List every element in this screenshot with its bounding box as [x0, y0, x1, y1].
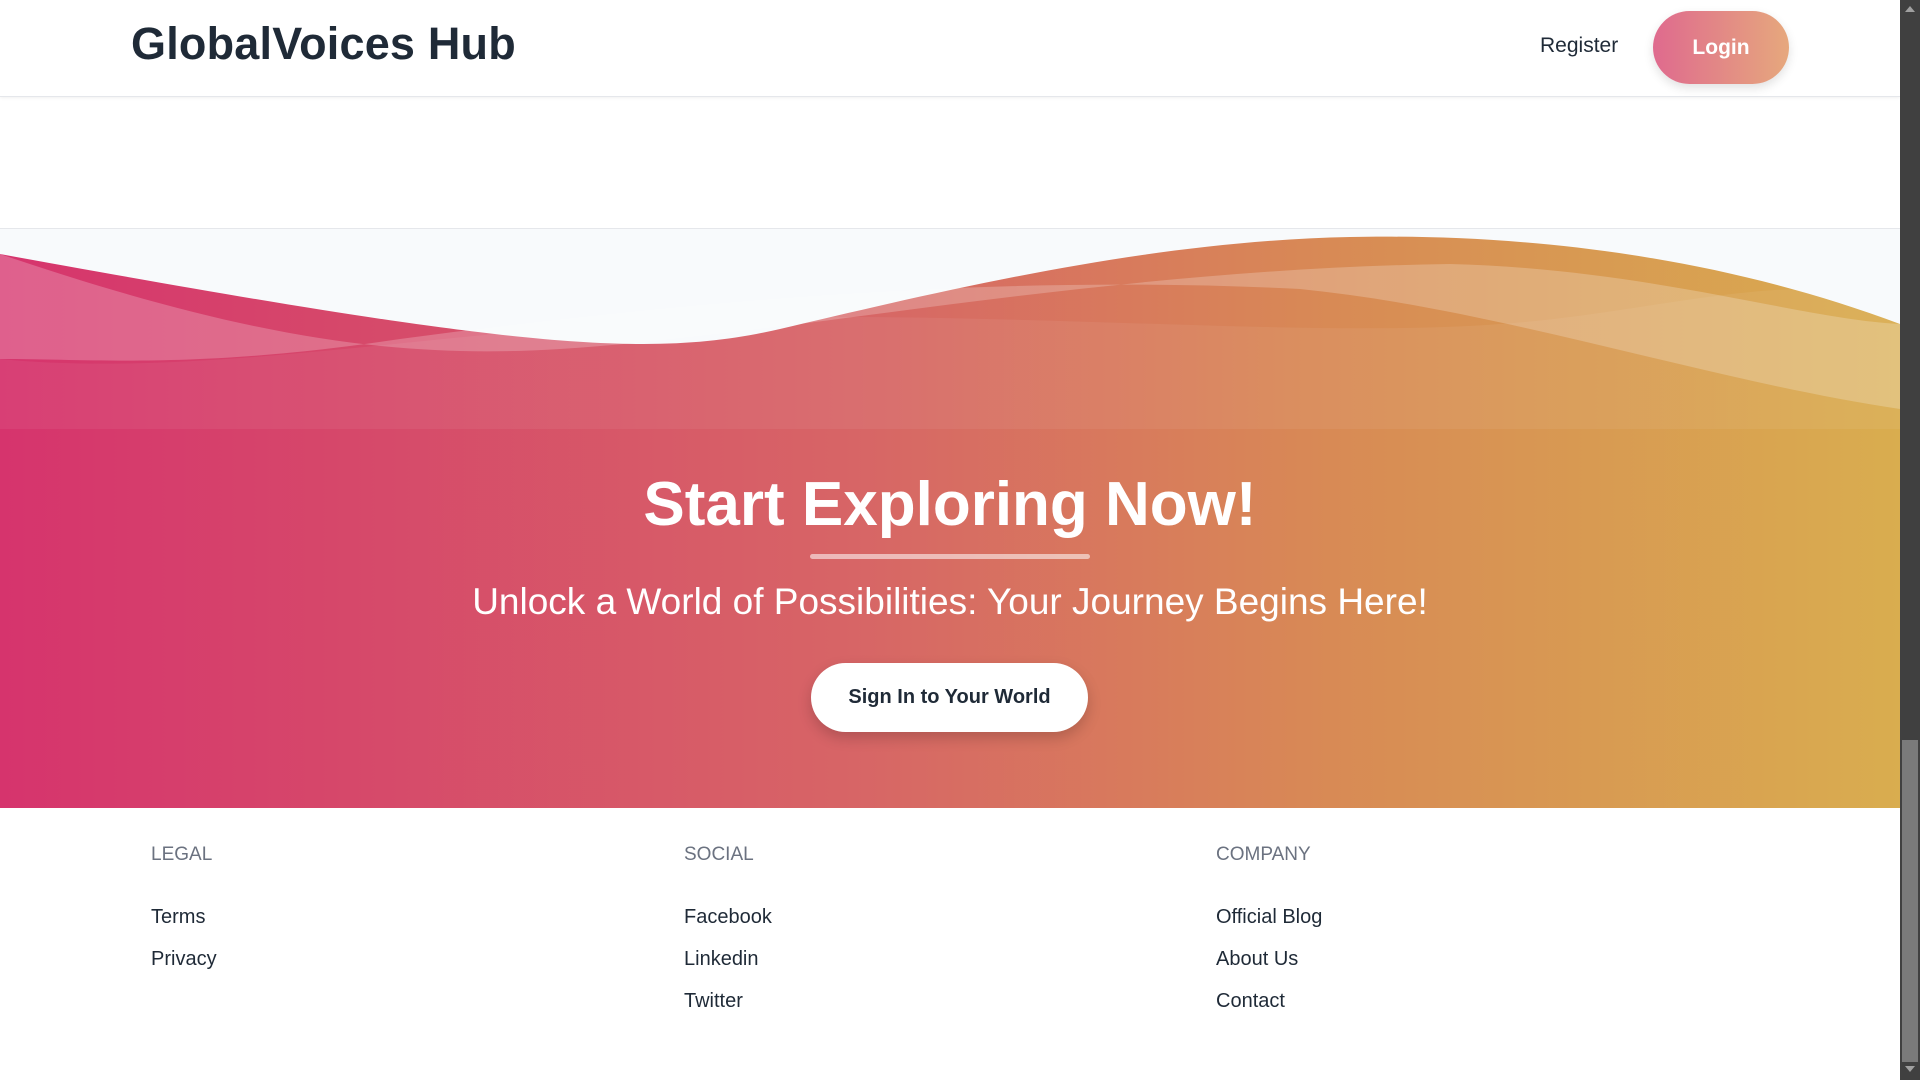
footer-heading: LEGAL: [151, 844, 213, 865]
footer-link-contact[interactable]: Contact: [1216, 980, 1322, 1022]
footer-link-official-blog[interactable]: Official Blog: [1216, 896, 1322, 938]
footer-heading: COMPANY: [1216, 844, 1311, 865]
scroll-thumb[interactable]: [1902, 740, 1918, 1062]
login-button[interactable]: Login: [1653, 11, 1789, 84]
scroll-up-icon[interactable]: [1905, 6, 1915, 12]
top-nav: GlobalVoices Hub Register Login: [0, 0, 1900, 97]
footer-link-linkedin[interactable]: Linkedin: [684, 938, 772, 980]
footer-column-social: SOCIAL Facebook Linkedin Twitter: [684, 844, 772, 1022]
cta-section: Start Exploring Now! Unlock a World of P…: [0, 229, 1900, 808]
footer-link-twitter[interactable]: Twitter: [684, 980, 772, 1022]
cta-subtitle: Unlock a World of Possibilities: Your Jo…: [472, 581, 1428, 622]
footer-column-company: COMPANY Official Blog About Us Contact: [1216, 844, 1322, 1022]
footer: LEGAL Terms Privacy SOCIAL Facebook Link…: [0, 808, 1900, 1080]
brand-logo[interactable]: GlobalVoices Hub: [131, 18, 516, 70]
wave-decoration: [0, 229, 1900, 429]
footer-link-about-us[interactable]: About Us: [1216, 938, 1322, 980]
page: GlobalVoices Hub Register Login Start Ex…: [0, 0, 1900, 1080]
footer-link-privacy[interactable]: Privacy: [151, 938, 217, 980]
cta-title: Start Exploring Now!: [643, 470, 1257, 539]
scroll-down-icon[interactable]: [1905, 1066, 1915, 1072]
register-link[interactable]: Register: [1540, 34, 1618, 58]
vertical-scrollbar[interactable]: [1900, 0, 1920, 1080]
title-underline: [810, 554, 1090, 559]
footer-heading: SOCIAL: [684, 844, 754, 865]
footer-link-terms[interactable]: Terms: [151, 896, 217, 938]
sign-in-button[interactable]: Sign In to Your World: [811, 663, 1088, 732]
footer-column-legal: LEGAL Terms Privacy: [151, 844, 217, 980]
footer-link-facebook[interactable]: Facebook: [684, 896, 772, 938]
